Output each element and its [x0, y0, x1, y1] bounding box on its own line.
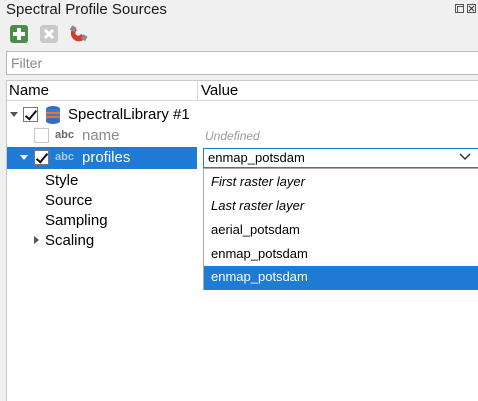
- filter-placeholder: Filter: [11, 55, 43, 71]
- name-field-label: name: [82, 127, 120, 144]
- tree-row-name[interactable]: abc name Undefined: [7, 126, 478, 146]
- library-label: SpectralLibrary #1: [68, 106, 190, 123]
- profiles-value-combobox[interactable]: enmap_potsdam: [203, 148, 478, 168]
- remove-icon: [40, 25, 58, 43]
- profiles-checkbox[interactable]: [34, 150, 49, 165]
- dropdown-option-first-raster[interactable]: First raster layer: [204, 171, 478, 195]
- panel-titlebar: Spectral Profile Sources: [0, 0, 478, 20]
- text-field-icon: abc: [55, 151, 74, 163]
- filter-input[interactable]: Filter: [6, 51, 478, 75]
- dropdown-option-last-raster[interactable]: Last raster layer: [204, 195, 478, 219]
- profiles-field-label: profiles: [82, 149, 131, 166]
- chevron-down-icon: [459, 153, 471, 161]
- remove-source-button[interactable]: [38, 23, 60, 45]
- tree-row-library[interactable]: SpectralLibrary #1: [7, 105, 478, 125]
- name-field-value[interactable]: Undefined: [205, 129, 260, 143]
- float-panel-button[interactable]: [455, 4, 464, 13]
- add-source-button[interactable]: [8, 23, 30, 45]
- magnet-button[interactable]: [68, 23, 90, 45]
- dropdown-option-aerial-potsdam[interactable]: aerial_potsdam: [204, 219, 478, 243]
- tree-header: Name Value: [7, 81, 478, 101]
- column-divider[interactable]: [197, 81, 198, 101]
- dropdown-option-enmap-potsdam[interactable]: enmap_potsdam: [204, 243, 478, 267]
- magnet-icon: [69, 25, 88, 42]
- panel-title: Spectral Profile Sources: [6, 1, 167, 18]
- database-icon: [46, 106, 60, 124]
- column-header-name[interactable]: Name: [9, 82, 49, 99]
- combobox-dropdown-list: First raster layer Last raster layer aer…: [203, 168, 478, 290]
- combobox-current-value: enmap_potsdam: [208, 150, 305, 165]
- library-checkbox[interactable]: [23, 107, 38, 122]
- name-checkbox[interactable]: [34, 128, 49, 143]
- close-panel-button[interactable]: [467, 4, 476, 13]
- expand-arrow-icon[interactable]: [20, 155, 28, 160]
- tree-item-scaling: Scaling: [45, 232, 95, 249]
- expand-arrow-icon[interactable]: [34, 236, 39, 244]
- sources-tree[interactable]: Name Value SpectralLibrary #1 abc name U…: [6, 80, 478, 401]
- tree-item-sampling: Sampling: [45, 212, 108, 229]
- tree-item-style: Style: [45, 172, 79, 189]
- add-icon: [10, 25, 28, 43]
- column-header-value[interactable]: Value: [201, 82, 238, 99]
- tree-item-source: Source: [45, 192, 93, 209]
- text-field-icon: abc: [55, 129, 74, 141]
- dropdown-option-enmap-potsdam-selected[interactable]: enmap_potsdam: [204, 266, 478, 290]
- toolbar: [0, 23, 478, 45]
- expand-arrow-icon[interactable]: [10, 112, 18, 117]
